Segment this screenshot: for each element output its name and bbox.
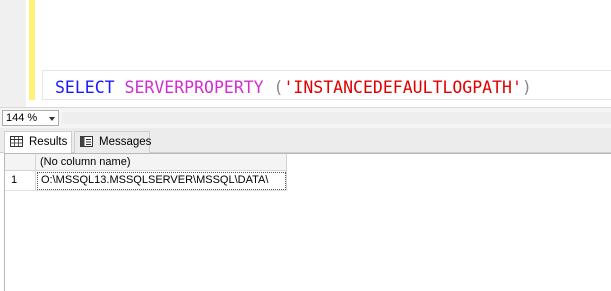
chevron-down-icon [49,117,55,121]
horizontal-scrollbar[interactable] [62,112,611,124]
sql-keyword: SELECT [55,78,115,97]
tab-results-label: Results [29,136,68,148]
sql-close-paren: ) [521,78,532,97]
results-tab-strip: Results Messages [0,128,611,153]
sql-string-literal: 'INSTANCEDEFAULTLOGPATH' [283,78,522,97]
query-editor[interactable]: SELECT SERVERPROPERTY ('INSTANCEDEFAULTL… [0,0,611,107]
column-header[interactable]: (No column name) [36,154,287,171]
change-tracking-bar [29,0,35,100]
tab-messages[interactable]: Messages [74,131,152,153]
tab-results[interactable]: Results [4,131,72,153]
zoom-bar: 144 % [0,107,611,129]
result-cell[interactable]: O:\MSSQL13.MSSQLSERVER\MSSQL\DATA\ [36,171,287,191]
zoom-value: 144 % [6,112,38,124]
code-line-1[interactable]: SELECT SERVERPROPERTY ('INSTANCEDEFAULTL… [55,77,532,99]
grid-corner-cell[interactable] [5,154,36,171]
messages-icon [80,136,93,147]
results-grid[interactable]: (No column name) 1 O:\MSSQL13.MSSQLSERVE… [0,153,611,291]
row-number[interactable]: 1 [5,171,36,191]
sql-function: SERVERPROPERTY [124,78,264,97]
zoom-dropdown[interactable]: 144 % [2,110,59,126]
tab-messages-label: Messages [99,136,152,148]
sql-open-paren: ( [263,78,284,97]
editor-margin [0,0,26,107]
grid-icon [10,136,23,147]
